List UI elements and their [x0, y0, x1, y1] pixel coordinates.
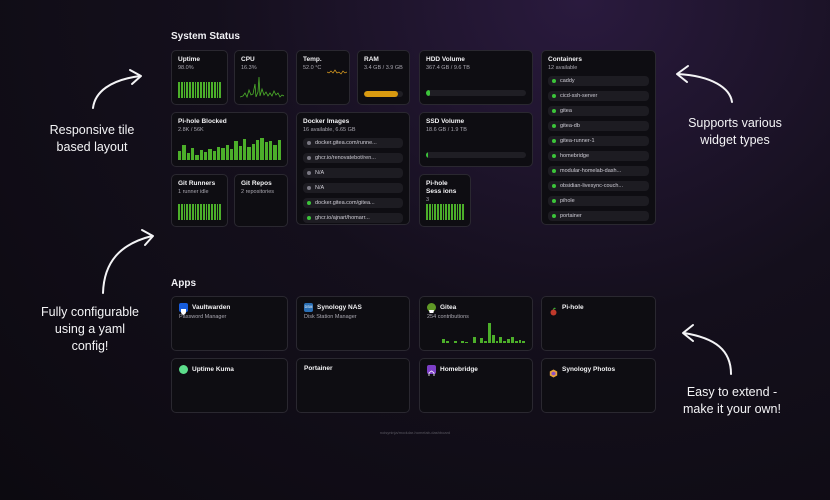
annotation-arrows	[92, 65, 733, 375]
arrow-responsive	[92, 75, 141, 109]
arrow-supports	[677, 73, 733, 103]
